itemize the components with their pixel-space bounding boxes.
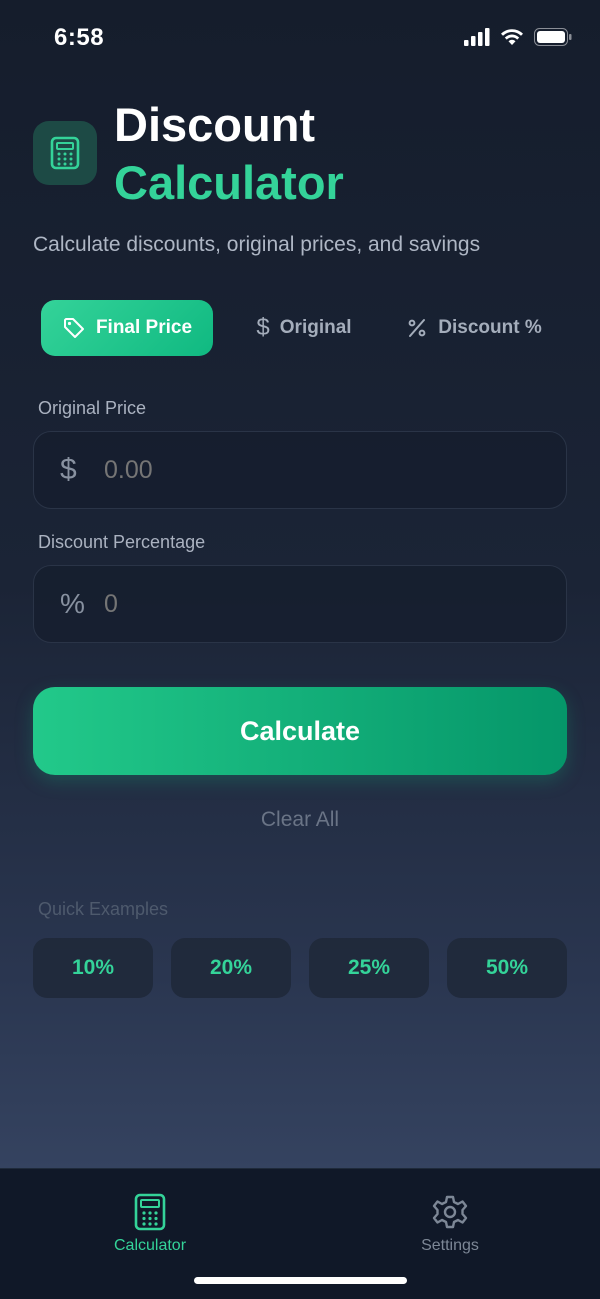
quick-example-chip[interactable]: 20% <box>171 938 291 998</box>
home-indicator <box>194 1277 407 1284</box>
tab-label: Final Price <box>95 317 193 338</box>
percent-icon: % <box>60 588 85 619</box>
original-price-label: Original Price <box>38 398 147 418</box>
tag-icon <box>63 318 84 338</box>
tab-label: Discount % <box>438 317 542 338</box>
tab-original[interactable]: $ Original <box>243 300 365 356</box>
app-logo <box>33 121 97 185</box>
wifi-icon <box>501 29 523 45</box>
clear-all-button[interactable]: Clear All <box>200 808 400 844</box>
tab-discount-percent[interactable]: Discount % <box>401 300 547 356</box>
nav-label: Settings <box>421 1237 479 1254</box>
discount-percentage-input[interactable] <box>104 589 524 619</box>
mode-tabs: Final Price $ Original Discount % <box>33 296 567 360</box>
status-time: 6:58 <box>54 24 105 51</box>
nav-calculator[interactable]: Calculator <box>70 1193 230 1255</box>
nav-settings[interactable]: Settings <box>370 1193 530 1255</box>
original-price-field[interactable]: $ <box>33 431 567 509</box>
quick-example-chip[interactable]: 10% <box>33 938 153 998</box>
header: Discount Calculator <box>33 98 573 218</box>
battery-icon <box>534 28 572 46</box>
quick-examples-list: 10% 20% 25% 50% <box>33 938 567 998</box>
discount-percentage-field[interactable]: % <box>33 565 567 643</box>
gear-icon <box>432 1195 468 1229</box>
status-bar: 6:58 <box>0 0 600 78</box>
page-title: Discount <box>114 98 316 151</box>
dollar-icon: $ <box>256 314 270 341</box>
tab-label: Original <box>279 317 352 338</box>
nav-label: Calculator <box>113 1237 187 1254</box>
cellular-signal-icon <box>464 28 490 46</box>
calculator-icon <box>134 1193 166 1231</box>
percent-icon <box>408 319 426 337</box>
dollar-icon: $ <box>60 453 77 486</box>
quick-example-chip[interactable]: 25% <box>309 938 429 998</box>
discount-percentage-label: Discount Percentage <box>38 532 206 552</box>
quick-example-chip[interactable]: 50% <box>447 938 567 998</box>
page-title-accent: Calculator <box>114 156 344 209</box>
calculate-button[interactable]: Calculate <box>33 687 567 775</box>
original-price-input[interactable] <box>104 455 524 485</box>
quick-examples-title: Quick Examples <box>38 899 169 919</box>
tab-final-price[interactable]: Final Price <box>41 300 213 356</box>
status-icons <box>464 28 572 46</box>
calculator-logo-icon <box>50 136 80 170</box>
page-subtitle: Calculate discounts, original prices, an… <box>33 233 481 256</box>
